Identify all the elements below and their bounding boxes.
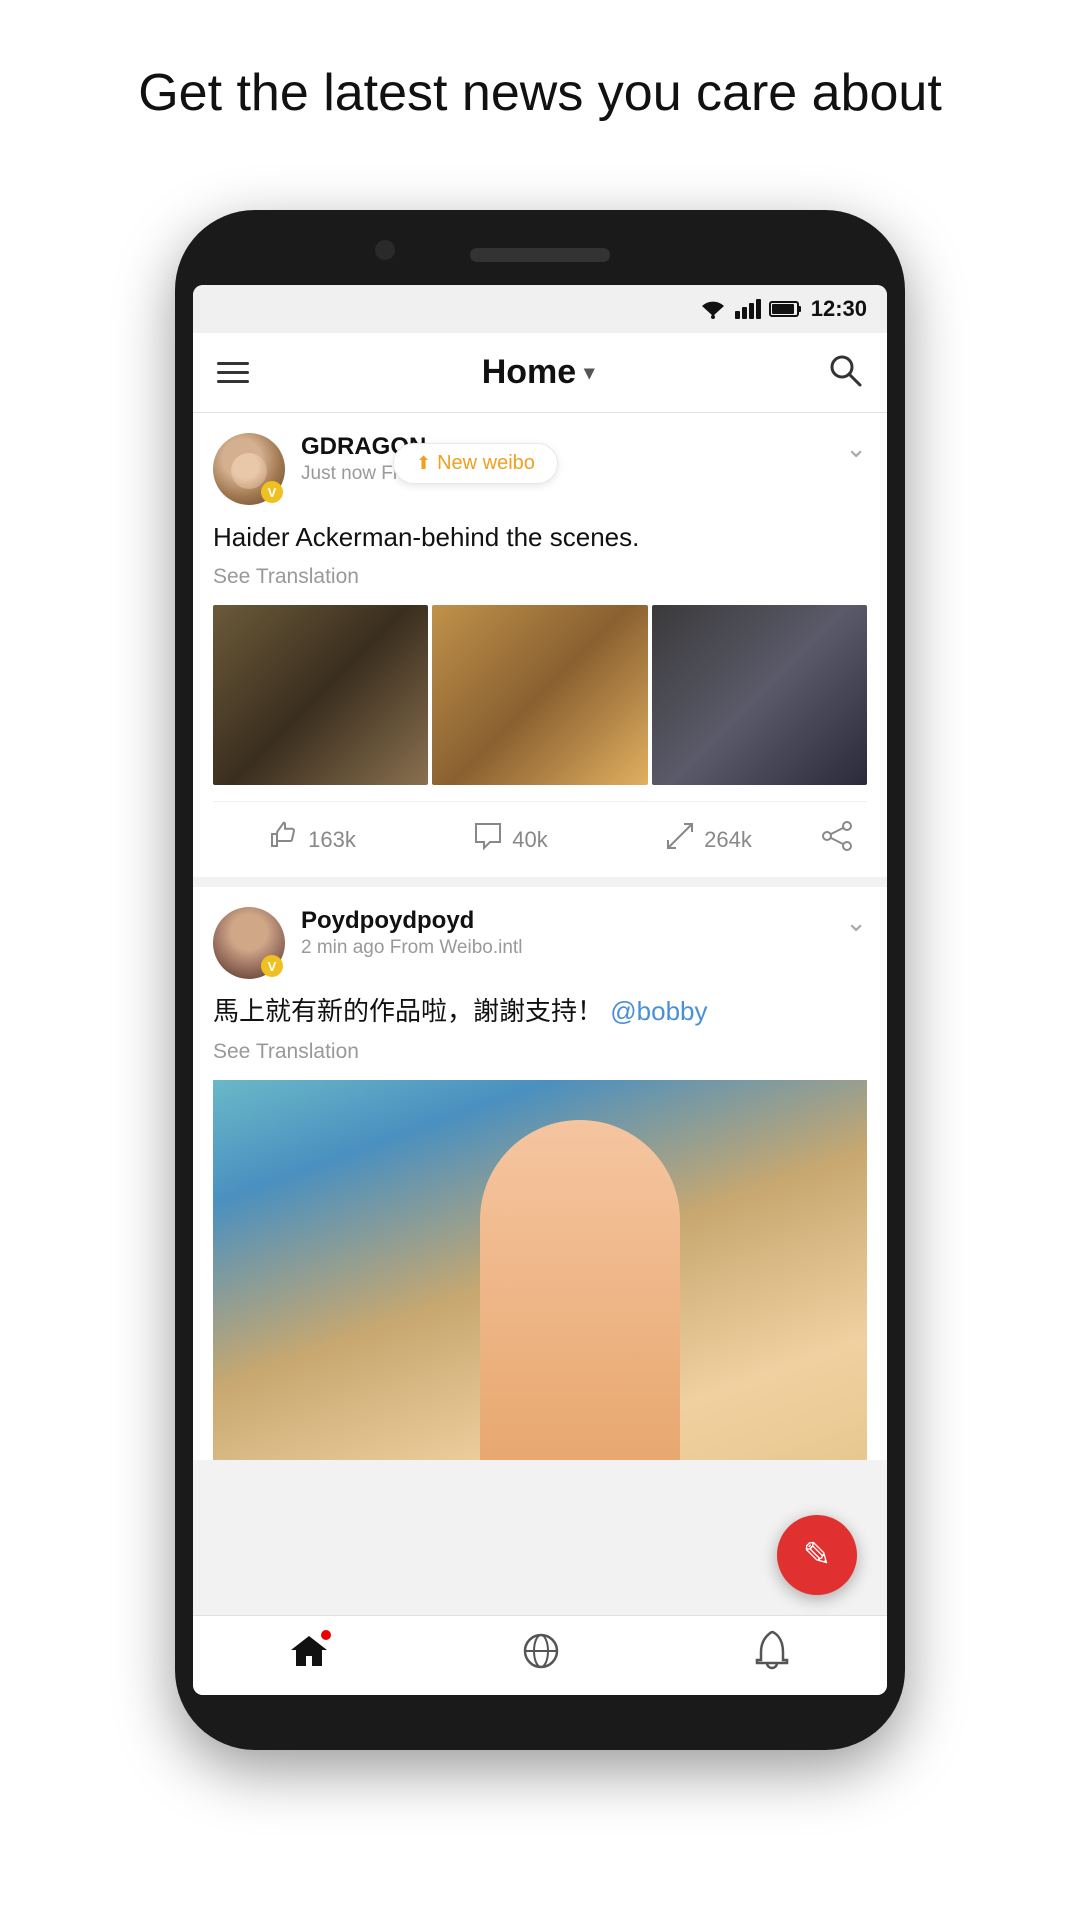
post-chinese-text-2: 馬上就有新的作品啦，謝謝支持！: [213, 996, 603, 1026]
verified-badge-2: V: [261, 955, 283, 977]
status-icons: 12:30: [699, 296, 867, 322]
post-meta-1: GDRAGON Just now Fr...: [301, 433, 845, 485]
bell-icon: [753, 1630, 791, 1681]
edit-icon: ✎: [803, 1535, 832, 1575]
image-grid-1: [213, 605, 867, 785]
bottom-nav-notifications[interactable]: [753, 1630, 791, 1681]
repost-icon: [664, 820, 696, 859]
comment-icon: [472, 820, 504, 859]
new-weibo-label: New weibo: [437, 452, 535, 475]
discover-icon: [521, 1631, 561, 1680]
phone-frame: 12:30 Home ▾: [175, 210, 905, 1750]
battery-icon: [769, 300, 803, 318]
post-header-2: V Poydpoydpoyd 2 min ago From Weibo.intl…: [213, 907, 867, 979]
status-time: 12:30: [811, 296, 867, 322]
time-ago-2: 2 min ago: [301, 937, 384, 958]
post-chevron-2[interactable]: ⌄: [845, 907, 867, 938]
repost-count-1: 264k: [704, 827, 752, 853]
search-icon: [827, 352, 863, 388]
username-2: Poydpoydpoyd: [301, 907, 845, 935]
screen: 12:30 Home ▾: [193, 285, 887, 1695]
new-weibo-arrow-icon: ⬆: [416, 453, 431, 474]
post-card-2: V Poydpoydpoyd 2 min ago From Weibo.intl…: [193, 887, 887, 1459]
see-translation-2[interactable]: See Translation: [213, 1040, 867, 1064]
phone-speaker: [470, 248, 610, 262]
nav-title-text: Home: [482, 353, 576, 392]
comment-count-1: 40k: [512, 827, 547, 853]
post-subinfo-2: 2 min ago From Weibo.intl: [301, 937, 845, 959]
thumb-up-icon: [268, 820, 300, 859]
time-ago-1: Just now: [301, 463, 376, 484]
post-text-2: 馬上就有新的作品啦，謝謝支持！ @bobby: [213, 993, 867, 1029]
post-image-1-3[interactable]: [652, 605, 867, 785]
share-icon: [821, 820, 853, 859]
verified-badge-1: V: [261, 481, 283, 503]
wifi-icon: [699, 298, 727, 320]
nav-title[interactable]: Home ▾: [482, 353, 595, 392]
post-meta-2: Poydpoydpoyd 2 min ago From Weibo.intl: [301, 907, 845, 959]
page-container: Get the latest news you care about: [0, 0, 1080, 168]
new-weibo-pill[interactable]: ⬆ New weibo: [393, 443, 558, 484]
nav-bar: Home ▾: [193, 333, 887, 413]
avatar-wrap-1: V: [213, 433, 285, 505]
bottom-nav: [193, 1615, 887, 1695]
status-bar: 12:30: [193, 285, 887, 333]
chevron-down-icon: ▾: [584, 360, 594, 385]
post-image-2[interactable]: [213, 1080, 867, 1460]
post-image-1-2[interactable]: [432, 605, 647, 785]
post-mention-2[interactable]: @bobby: [610, 996, 707, 1026]
post-header-1: V GDRAGON Just now Fr... ⬆ New: [213, 433, 867, 505]
post-chevron-1[interactable]: ⌄: [845, 433, 867, 464]
menu-button[interactable]: [217, 362, 249, 383]
post-subinfo-1: Just now Fr...: [301, 463, 845, 485]
page-headline: Get the latest news you care about: [0, 0, 1080, 168]
username-1: GDRAGON: [301, 433, 845, 461]
bottom-nav-home[interactable]: [289, 1632, 329, 1679]
source-label-2: From Weibo.intl: [390, 937, 523, 958]
see-translation-1[interactable]: See Translation: [213, 565, 867, 589]
search-button[interactable]: [827, 352, 863, 393]
share-button-1[interactable]: [807, 820, 867, 859]
like-count-1: 163k: [308, 827, 356, 853]
post-image-1-1[interactable]: [213, 605, 428, 785]
post-text-1: Haider Ackerman-behind the scenes.: [213, 519, 867, 555]
compose-button[interactable]: ✎: [777, 1515, 857, 1595]
bottom-nav-discover[interactable]: [521, 1631, 561, 1680]
action-bar-1: 163k 40k: [213, 801, 867, 877]
like-button-1[interactable]: 163k: [213, 820, 411, 859]
comment-button-1[interactable]: 40k: [411, 820, 609, 859]
repost-button-1[interactable]: 264k: [609, 820, 807, 859]
post-card-1: V GDRAGON Just now Fr... ⬆ New: [193, 413, 887, 877]
phone-camera: [375, 240, 395, 260]
hamburger-line-1: [217, 362, 249, 365]
signal-icon: [735, 299, 761, 319]
hamburger-line-3: [217, 380, 249, 383]
image-face: [480, 1120, 680, 1460]
hamburger-line-2: [217, 371, 249, 374]
home-notification-dot: [321, 1630, 331, 1640]
avatar-wrap-2: V: [213, 907, 285, 979]
feed: V GDRAGON Just now Fr... ⬆ New: [193, 413, 887, 1615]
